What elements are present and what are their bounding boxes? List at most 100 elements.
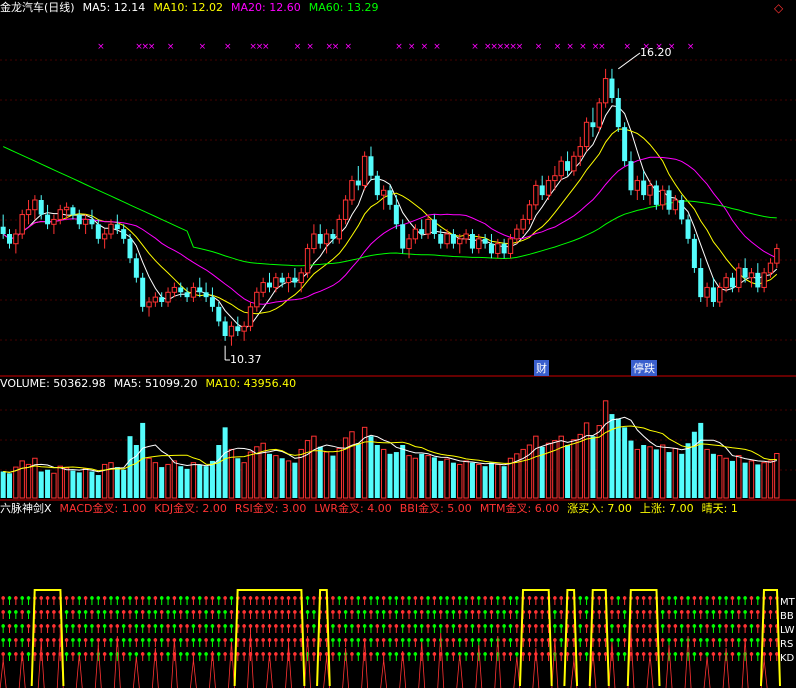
signal-dot	[210, 624, 215, 628]
signal-dot	[692, 652, 697, 656]
volume-bar	[634, 448, 641, 499]
signal-dot	[622, 638, 627, 642]
signal-marker: ×	[97, 42, 105, 52]
signal-dot	[305, 596, 310, 600]
signal-dot	[540, 652, 544, 656]
signal-dot	[717, 638, 722, 642]
signal-dot	[26, 652, 31, 656]
signal-dot	[419, 596, 424, 600]
signal-dot	[121, 624, 126, 628]
signal-dot	[369, 596, 373, 600]
volume-bar	[317, 446, 323, 498]
signal-dot	[432, 610, 437, 614]
signal-dot	[476, 624, 481, 628]
signal-dot	[343, 638, 348, 642]
signal-dot	[686, 624, 690, 628]
signal-dot	[26, 610, 31, 614]
signal-dot	[717, 610, 722, 614]
signal-dot	[419, 610, 424, 614]
signal-dot	[730, 638, 735, 642]
signal-dot	[400, 610, 405, 614]
volume-bar	[89, 471, 95, 498]
signal-dot	[83, 610, 88, 614]
signal-dot	[356, 610, 361, 614]
signal-dot	[717, 596, 722, 600]
signal-marker: ×	[433, 42, 441, 52]
signal-dot	[648, 624, 652, 628]
candle-body	[159, 297, 165, 302]
volume-bar	[203, 466, 209, 498]
annotations	[224, 52, 641, 361]
signal-dot	[185, 638, 189, 642]
candle-body	[63, 206, 70, 211]
signal-spike	[228, 641, 235, 688]
signal-dot	[64, 652, 69, 656]
signal-dot	[128, 596, 132, 600]
signal-dot	[388, 652, 392, 656]
candle-body	[178, 287, 184, 293]
signal-marker: ×	[262, 42, 270, 52]
candle-body	[755, 272, 761, 288]
signal-dot	[102, 652, 107, 656]
signal-dot	[178, 596, 183, 600]
candle-body	[260, 282, 266, 293]
candle-body	[412, 228, 419, 240]
signal-dot	[400, 596, 405, 600]
signal-dot	[140, 596, 145, 600]
signal-dot	[698, 610, 703, 614]
candle-body	[501, 243, 507, 254]
signal-dot	[274, 652, 278, 656]
signal-dot	[14, 652, 18, 656]
signal-dot	[274, 624, 278, 628]
signal-dot	[229, 624, 234, 628]
signal-dot	[438, 610, 443, 614]
finance-tag[interactable]: 财	[534, 360, 549, 376]
signal-dot	[140, 610, 145, 614]
signal-dot	[381, 610, 386, 614]
volume-bar	[533, 435, 539, 499]
signal-dot	[667, 624, 671, 628]
volume-bar	[482, 466, 488, 498]
signal-dot	[394, 652, 399, 656]
signal-dot	[584, 638, 589, 642]
volume-bar	[159, 467, 165, 498]
volume-bar	[571, 439, 577, 499]
signal-dot	[121, 652, 126, 656]
signal-dot	[502, 610, 506, 614]
signal-dot	[52, 652, 56, 656]
signal-marker: ×	[408, 42, 416, 52]
signal-dot	[445, 596, 449, 600]
signal-dot	[641, 624, 646, 628]
candle-body	[685, 219, 691, 239]
signal-dot	[71, 638, 75, 642]
signal-dot	[483, 652, 487, 656]
signal-marker: ×	[598, 42, 606, 52]
candle-body	[577, 146, 583, 157]
signal-dot	[153, 610, 158, 614]
ma5-line	[2, 105, 778, 329]
signal-marker: ×	[294, 42, 302, 52]
candle-body	[247, 306, 254, 327]
volume-bar	[380, 448, 387, 499]
signal-dot	[337, 652, 342, 656]
signal-spike	[94, 644, 102, 688]
signal-dot	[635, 610, 640, 614]
low-price-label: 10.37	[230, 353, 262, 366]
signal-dot	[496, 610, 500, 614]
signal-dot	[641, 652, 646, 656]
stop-fall-tag[interactable]: 停跌	[631, 360, 657, 376]
signal-marker: ×	[579, 42, 587, 52]
signal-dot	[407, 652, 411, 656]
signal-spike	[190, 659, 197, 688]
candle-body	[127, 238, 133, 259]
signal-dot	[419, 638, 424, 642]
signal-dot	[736, 610, 741, 614]
volume-bar	[767, 460, 774, 499]
signal-dot	[483, 624, 487, 628]
signal-dot	[39, 610, 44, 614]
candle-body	[526, 204, 533, 220]
signal-dot	[508, 624, 513, 628]
signal-dot	[578, 652, 583, 656]
candle-body	[488, 243, 494, 254]
signal-dot	[166, 596, 170, 600]
